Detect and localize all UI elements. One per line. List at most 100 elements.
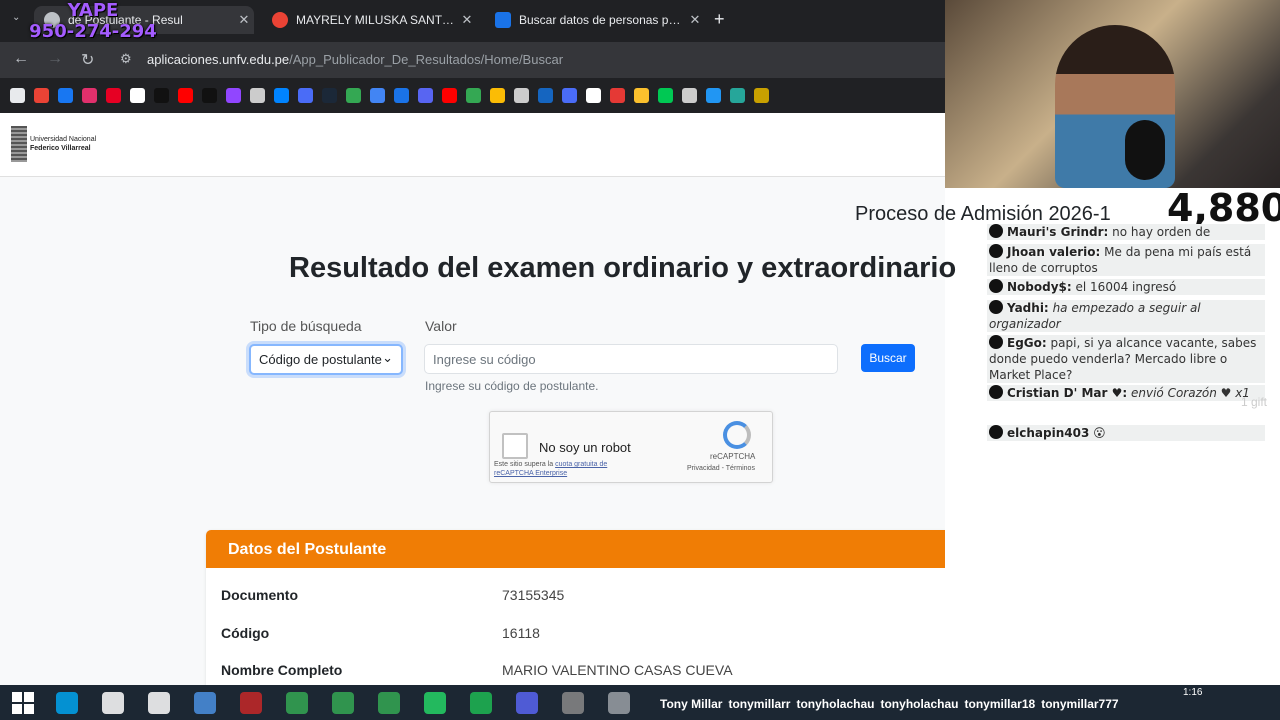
taskbar-app-icon[interactable] [102,691,124,714]
bookmark-icon[interactable] [490,87,505,103]
bookmark-icon[interactable] [442,87,457,103]
google-icon [272,12,288,28]
address-bar-row: ← → ↻ ⚙ aplicaciones.unfv.edu.pe/App_Pub… [0,42,945,78]
tipo-select[interactable]: Código de postulante ⌄ [249,344,403,375]
bookmark-icon[interactable] [226,87,241,103]
bookmark-icon[interactable] [538,87,553,103]
tab-mayrely[interactable]: MAYRELY MILUSKA SANTOS CA ✕ [262,6,477,34]
taskbar-app-icon[interactable] [516,691,538,714]
chat-message: EgGo: papi, si ya alcance vacante, sabes… [987,335,1265,383]
bookmark-icon[interactable] [370,87,385,103]
bookmark-icon[interactable] [562,87,577,103]
bookmark-icon[interactable] [418,87,433,103]
chat-user: Mauri's Grindr: [1007,225,1109,239]
gift-label: 1 gift [1241,395,1268,409]
recaptcha-icon [723,421,751,449]
taskbar-app-icon[interactable] [194,691,216,714]
bookmark-icon[interactable] [346,87,361,103]
bookmark-icon[interactable] [82,87,97,103]
bookmark-icon[interactable] [106,87,121,103]
taskbar-clock[interactable]: 1:16 [1183,687,1202,698]
bookmark-icon[interactable] [298,87,313,103]
bookmark-icon[interactable] [466,87,481,103]
chat-message: Jhoan valerio: Me da pena mi país está l… [987,244,1265,276]
taskbar-app-icon[interactable] [424,691,446,714]
bookmark-icon[interactable] [178,87,193,103]
tiktok-icon [989,385,1003,399]
yape-overlay: YAPE 950-274-294 [18,0,168,42]
url-field[interactable]: aplicaciones.unfv.edu.pe/App_Publicador_… [147,52,563,67]
microphone-image [1125,120,1165,180]
screen: ⌄ de Postulante - Resul ✕ MAYRELY MILUSK… [0,0,1280,720]
social-handle: tonymillarr [728,697,791,711]
row-key: Documento [221,587,298,603]
bookmark-icon[interactable] [514,87,529,103]
chat-message: elchapin403 😮 [987,425,1265,441]
bookmark-icon[interactable] [202,87,217,103]
bookmark-icon[interactable] [10,87,25,103]
taskbar-app-icon[interactable] [148,691,170,714]
taskbar-app-icon[interactable] [562,691,584,714]
valor-input[interactable] [424,344,838,374]
chat-user: Nobody$: [1007,280,1072,294]
chat-message: Cristian D' Mar ♥: envió Corazón ♥ x1 [987,385,1265,401]
table-row: Nombre Completo MARIO VALENTINO CASAS CU… [221,662,733,678]
bookmark-icon[interactable] [658,87,673,103]
captcha-checkbox[interactable] [502,433,528,459]
taskbar-app-icon[interactable] [286,691,308,714]
taskbar-app-icon[interactable] [332,691,354,714]
url-path: /App_Publicador_De_Resultados/Home/Busca… [289,52,564,67]
bookmark-icon[interactable] [682,87,697,103]
close-icon[interactable]: ✕ [234,12,254,28]
site-header: Universidad Nacional Federico Villarreal [0,113,945,177]
taskbar-app-icon[interactable] [470,691,492,714]
bookmark-icon[interactable] [730,87,745,103]
tab-buscar-datos[interactable]: Buscar datos de personas por D ✕ [485,6,705,34]
social-handle: tonymillar18 [964,697,1036,711]
bookmark-icon[interactable] [130,87,145,103]
chat-text: el 16004 ingresó [1075,280,1177,294]
bookmark-icon[interactable] [154,87,169,103]
bookmark-icon[interactable] [754,87,769,103]
bookmark-icon[interactable] [586,87,601,103]
taskbar-app-icon[interactable] [378,691,400,714]
bookmark-icon[interactable] [250,87,265,103]
row-key: Código [221,625,270,641]
chat-user: elchapin403 [1007,426,1090,440]
bookmark-icon[interactable] [706,87,721,103]
yape-number: 950-274-294 [29,21,157,42]
chat-text: envió Corazón ♥ x1 [1130,386,1250,400]
bookmark-icon[interactable] [634,87,649,103]
site-info-icon[interactable]: ⚙ [120,51,132,67]
bookmark-icon[interactable] [394,87,409,103]
reload-icon[interactable]: ↻ [81,50,94,70]
bookmark-icon[interactable] [322,87,337,103]
row-value: MARIO VALENTINO CASAS CUEVA [502,662,733,678]
back-icon[interactable]: ← [13,50,29,68]
captcha-label: No soy un robot [539,440,631,455]
university-logo[interactable]: Universidad Nacional Federico Villarreal [11,126,96,162]
tiktok-icon [989,425,1003,439]
taskbar-apps [44,691,642,714]
row-key: Nombre Completo [221,662,343,678]
url-host: aplicaciones.unfv.edu.pe [147,52,290,67]
new-tab-button[interactable]: + [714,9,725,30]
bookmark-icon[interactable] [610,87,625,103]
process-title: Proceso de Admisión 2026-1 [855,203,1111,225]
forward-icon[interactable]: → [47,50,63,68]
windows-start-icon[interactable] [12,691,34,714]
taskbar-app-icon[interactable] [608,691,630,714]
bookmark-icon[interactable] [274,87,289,103]
bookmark-icon[interactable] [34,87,49,103]
close-icon[interactable]: ✕ [457,12,477,28]
tab-title: MAYRELY MILUSKA SANTOS CA [296,13,457,27]
tipo-label: Tipo de búsqueda [250,318,362,334]
bookmark-icon[interactable] [58,87,73,103]
chevron-down-icon: ⌄ [382,350,393,365]
captcha-terms-link[interactable]: Privacidad - Términos [687,465,755,472]
taskbar-app-icon[interactable] [240,691,262,714]
valor-label: Valor [425,318,457,334]
search-button[interactable]: Buscar [861,344,915,372]
taskbar-app-icon[interactable] [56,691,78,714]
close-icon[interactable]: ✕ [685,12,705,28]
